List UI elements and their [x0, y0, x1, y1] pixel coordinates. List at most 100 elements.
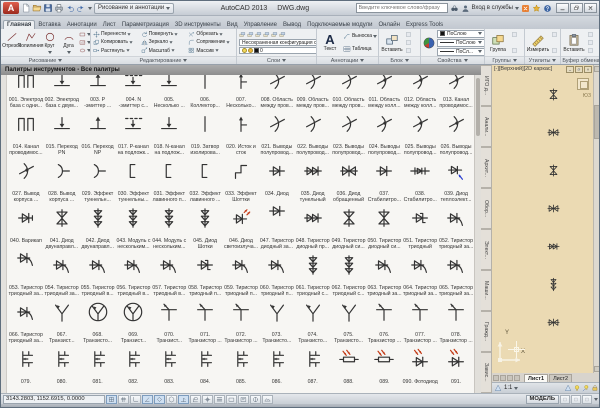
status-toggle-button[interactable]	[202, 395, 213, 404]
draw-mini-button[interactable]	[79, 47, 90, 54]
palette-item[interactable]: 044. Модуль с нескольким...	[151, 238, 187, 285]
palette-item[interactable]: 057. Тиристор триодный в...	[151, 285, 187, 332]
draw-tool-button[interactable]: Полилиния	[21, 30, 40, 55]
modify-tool-button[interactable]: Обрезать	[187, 30, 235, 38]
model-space-button[interactable]: МОДЕЛЬ	[526, 395, 560, 404]
ribbon-tab[interactable]: 3D инструменты	[172, 21, 224, 29]
palette-item[interactable]: 003. P -эмиттер ...	[80, 97, 116, 144]
ribbon-tab[interactable]: Express Tools	[403, 21, 446, 29]
palette-partial-item[interactable]	[151, 75, 187, 97]
palette-item[interactable]: 051. Тиристор триодный	[402, 238, 438, 285]
status-toggle-button[interactable]	[142, 395, 153, 404]
palette-item[interactable]: 002. Электрод база с двум...	[44, 97, 80, 144]
scale-value[interactable]: 1:1	[504, 385, 512, 391]
palette-partial-item[interactable]	[295, 75, 331, 97]
palette-item[interactable]: 013. Канал проводимос...	[438, 97, 474, 144]
palette-item[interactable]: 012. Область между колл...	[402, 97, 438, 144]
palette-tab[interactable]: Анали...	[481, 106, 492, 147]
status-toggle-button[interactable]	[118, 395, 129, 404]
ribbon-tab[interactable]: Вывод	[280, 21, 304, 29]
palette-item[interactable]: 045. Диод Шотки	[187, 238, 223, 285]
drawn-block-symbol[interactable]	[546, 87, 561, 102]
annotation-scale-icon[interactable]	[494, 384, 502, 392]
status-toggle-button[interactable]	[130, 395, 141, 404]
panel-label-groups[interactable]: Группы	[485, 56, 524, 64]
ribbon-tab[interactable]: Аннотации	[64, 21, 100, 29]
palette-item[interactable]: 014. Канал проводимос...	[8, 144, 44, 191]
ribbon-tab[interactable]: Управление	[241, 21, 280, 29]
text-tool-button[interactable]: А Текст	[318, 30, 342, 55]
palette-partial-item[interactable]	[331, 75, 367, 97]
palette-item[interactable]: 087.	[295, 379, 331, 393]
palette-item[interactable]: 055. Тиристор триодный в...	[80, 285, 116, 332]
palette-item[interactable]: 053. Тиристор триодный за...	[8, 285, 44, 332]
panel-label-block[interactable]: Блок	[379, 56, 420, 64]
palette-item[interactable]: 048. Тиристор диодный пр...	[295, 238, 331, 285]
palette-item[interactable]: 031. Эффект лавинного п...	[151, 191, 187, 238]
palette-partial-item[interactable]	[438, 75, 474, 97]
palette-item[interactable]: 033. Эффект Шоттки	[223, 191, 259, 238]
panel-label-properties[interactable]: Свойства	[421, 56, 484, 64]
palette-item[interactable]: 065. Тиристор триодный за...	[438, 285, 474, 332]
modify-tool-button[interactable]: Повернуть	[140, 30, 188, 38]
palette-partial-item[interactable]	[44, 75, 80, 97]
palette-item[interactable]: 021. Выводы полупровод...	[259, 144, 295, 191]
palette-item[interactable]: 007. Несколько...	[223, 97, 259, 144]
help-icon[interactable]	[543, 4, 552, 13]
status-toggle-button[interactable]	[262, 395, 273, 404]
palette-tab[interactable]: Завис...	[481, 352, 492, 393]
palette-tab[interactable]: Гражд...	[481, 311, 492, 352]
sign-in-arrow-icon[interactable]	[515, 7, 519, 10]
palette-item[interactable]: 056. Тиристор триодный в...	[116, 285, 152, 332]
ribbon-tab[interactable]: Главная	[3, 20, 35, 29]
palette-partial-item[interactable]	[223, 75, 259, 97]
status-right-icon[interactable]	[582, 395, 592, 404]
palette-item[interactable]: 078. Транзистор ...	[438, 332, 474, 379]
ribbon-tab[interactable]: Лист	[100, 21, 119, 29]
layer-tool-icon[interactable]	[271, 31, 278, 38]
palette-item[interactable]: 035. Диод тунельный	[295, 191, 331, 238]
modify-tool-button[interactable]: Зеркало	[140, 38, 188, 46]
palette-item[interactable]: 034. Диод	[259, 191, 295, 238]
draw-tool-button[interactable]: Дуга	[59, 30, 78, 55]
palette-grip[interactable]	[1, 75, 7, 393]
palette-item[interactable]: 079.	[8, 379, 44, 393]
annotation-tool-icon[interactable]	[591, 384, 599, 392]
status-toggle-button[interactable]	[190, 395, 201, 404]
palette-item[interactable]: 050. Тиристор диодный си...	[366, 238, 402, 285]
palette-item[interactable]: 090. Фотодиод	[402, 379, 438, 393]
palette-item[interactable]: 038. Стабилитро...	[402, 191, 438, 238]
palette-item[interactable]: 080.	[44, 379, 80, 393]
palette-title-bar[interactable]: Палитры инструментов - Все палитры	[1, 65, 481, 75]
status-toggle-button[interactable]	[154, 395, 165, 404]
block-mini-icon[interactable]	[405, 31, 412, 38]
qat-button-icon[interactable]	[32, 3, 42, 13]
layer-state-dropdown[interactable]: Несохраненная конфигурация сло	[239, 39, 316, 46]
infocenter-search[interactable]	[356, 3, 448, 13]
palette-partial-item[interactable]	[80, 75, 116, 97]
palette-item[interactable]: 025. Выводы полупровод...	[402, 144, 438, 191]
modify-tool-button[interactable]: Перенести	[92, 30, 140, 38]
ribbon-tab[interactable]: Вставка	[35, 21, 63, 29]
palette-item[interactable]: 032. Эффект лавинного ...	[187, 191, 223, 238]
palette-item[interactable]: 047. Тиристор диодный за...	[259, 238, 295, 285]
annotation-tool-icon[interactable]	[582, 384, 590, 392]
palette-item[interactable]: 030. Эффект туннельны...	[116, 191, 152, 238]
palette-item[interactable]: 005. Несколько ...	[151, 97, 187, 144]
palette-item[interactable]: 009. Область между пров...	[295, 97, 331, 144]
palette-item[interactable]: 074. Транзисто...	[295, 332, 331, 379]
paste-button[interactable]: Вставить	[562, 30, 586, 55]
panel-label-modify[interactable]: Редактирование	[91, 56, 236, 64]
palette-item[interactable]: 008. Область между пров...	[259, 97, 295, 144]
next-layout-button[interactable]	[507, 375, 513, 381]
workspace-dropdown[interactable]: Рисование и аннотации	[94, 3, 174, 14]
layer-tool-icon[interactable]	[263, 31, 270, 38]
layer-dropdown[interactable]: 0	[239, 47, 316, 54]
palette-item[interactable]: 029. Эффект туннельн...	[80, 191, 116, 238]
draw-tool-button[interactable]: Круг	[40, 30, 59, 55]
ribbon-tab[interactable]: Параметризация	[119, 21, 172, 29]
palette-item[interactable]: 084.	[187, 379, 223, 393]
layer-tool-icon[interactable]	[279, 31, 286, 38]
group-mini-icon[interactable]	[511, 31, 518, 38]
layer-tool-icon[interactable]	[255, 31, 262, 38]
